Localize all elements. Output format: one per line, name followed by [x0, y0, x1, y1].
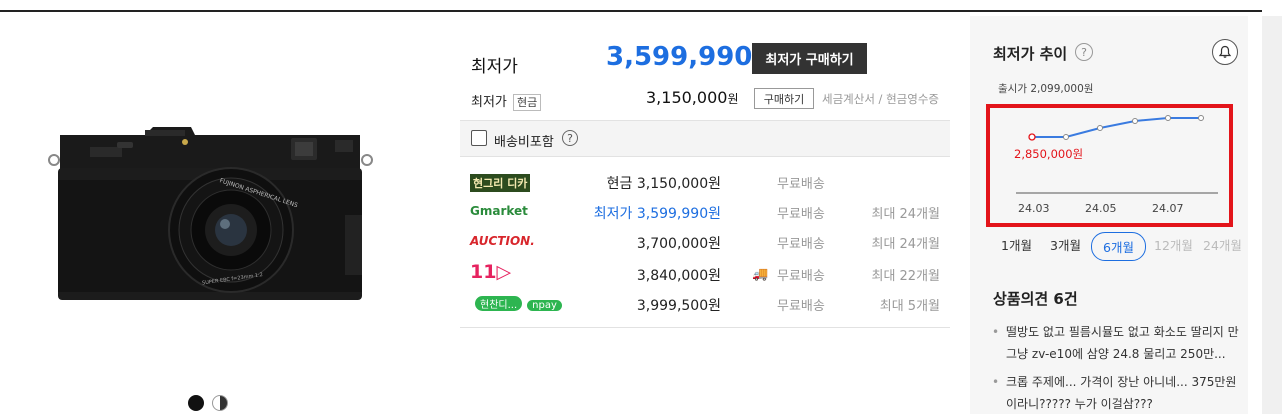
lowest-point-label: 2,850,000원	[1014, 147, 1083, 161]
trend-point	[1063, 134, 1069, 140]
lowest-price-value: 3,599,990원	[606, 42, 768, 72]
tax-note: 세금계산서 / 현금영수증	[822, 92, 939, 106]
tab-3-months[interactable]: 3개월	[1050, 235, 1081, 254]
mall-delivery: 무료배송	[777, 299, 825, 314]
mall-delivery: 무료배송	[777, 269, 825, 284]
color-dot-black[interactable]	[188, 395, 204, 411]
trend-point-lowest	[1028, 133, 1036, 141]
mall-row[interactable]: 현찬디... npay 3,999,500원 무료배송 최대 5개월	[460, 290, 950, 318]
trend-point	[1132, 118, 1138, 124]
mall-price[interactable]: 최저가 3,599,990원	[594, 203, 721, 223]
image-color-dots	[188, 395, 228, 411]
buy-button[interactable]: 구매하기	[754, 88, 814, 109]
color-dot-silver[interactable]	[212, 395, 228, 411]
tab-6-months[interactable]: 6개월	[1091, 232, 1146, 261]
x-tick: 24.03	[1018, 202, 1050, 215]
mall-list-divider	[460, 327, 950, 328]
release-price: 출시가 2,099,000원	[998, 83, 1094, 95]
help-icon[interactable]: ?	[562, 130, 578, 146]
mall-row[interactable]: AUCTION. 3,700,000원 무료배송 최대 24개월	[460, 228, 950, 256]
product-image[interactable]: FUJINON ASPHERICAL LENS SUPER EBC f=23mm…	[45, 120, 375, 310]
mall-installment: 최대 24개월	[871, 237, 940, 252]
cash-tag: 현금	[513, 94, 542, 111]
price-trend-chart-highlight: 2,850,000원 24.03 24.05 24.07	[986, 104, 1233, 227]
mall-delivery: 무료배송	[777, 207, 825, 222]
shipping-included-checkbox[interactable]	[471, 130, 487, 146]
trend-point	[1097, 125, 1103, 131]
lowest-price-label: 최저가	[471, 57, 518, 77]
mall-logo[interactable]: Gmarket	[470, 204, 528, 219]
x-tick: 24.05	[1085, 202, 1117, 215]
price-trend-panel: 최저가 추이 ? 출시가 2,099,000원 2,850,000원 24.03…	[970, 16, 1248, 414]
top-divider	[0, 10, 1262, 12]
mall-logo[interactable]: AUCTION.	[470, 234, 535, 249]
npay-badge: npay	[527, 300, 562, 311]
shipping-filter-bar: 배송비포함 ?	[460, 120, 950, 157]
mall-installment: 최대 22개월	[871, 269, 940, 284]
mall-row[interactable]: 현그리 디카 현금 3,150,000원 무료배송	[460, 168, 950, 196]
x-tick: 24.07	[1152, 202, 1184, 215]
mall-price[interactable]: 3,840,000원	[637, 265, 721, 285]
trend-line	[1032, 117, 1201, 138]
period-tabs: 1개월 3개월 6개월 12개월 24개월	[998, 232, 1248, 261]
trend-help-icon[interactable]: ?	[1075, 43, 1093, 61]
review-item[interactable]: • 크롭 주제에... 가격이 장난 아니네... 375만원 이라니????? …	[992, 371, 1242, 414]
trend-point	[1198, 115, 1204, 121]
mall-row[interactable]: Gmarket 최저가 3,599,990원 무료배송 최대 24개월	[460, 198, 950, 226]
review-item[interactable]: • 떨방도 없고 필름시뮬도 없고 화소도 딸리지 만 그냥 zv-e10에 삼양…	[992, 321, 1242, 365]
delivery-truck-icon: 🚚	[752, 267, 769, 282]
reviews-title[interactable]: 상품의견 6건	[993, 288, 1078, 309]
cash-price-value: 3,150,000원	[646, 88, 739, 107]
tab-1-month[interactable]: 1개월	[1001, 235, 1032, 254]
buy-lowest-button[interactable]: 최저가 구매하기	[752, 43, 867, 74]
tab-24-months[interactable]: 24개월	[1203, 235, 1242, 254]
mall-row[interactable]: 11▷ 3,840,000원 🚚 무료배송 최대 22개월	[460, 260, 950, 288]
mall-price[interactable]: 3,700,000원	[637, 233, 721, 253]
tab-12-months[interactable]: 12개월	[1154, 235, 1193, 254]
mall-installment: 최대 24개월	[871, 207, 940, 222]
price-trend-title: 최저가 추이	[993, 45, 1068, 63]
scrollbar[interactable]	[1262, 16, 1282, 414]
mall-delivery: 무료배송	[777, 177, 825, 192]
mall-logo[interactable]: 현찬디... npay	[470, 296, 562, 312]
price-trend-chart[interactable]: 2,850,000원 24.03 24.05 24.07	[990, 108, 1229, 223]
cash-price-label: 최저가 현금	[471, 91, 542, 111]
mall-delivery: 무료배송	[777, 237, 825, 252]
mall-installment: 최대 5개월	[879, 299, 940, 314]
bell-icon[interactable]	[1212, 39, 1238, 65]
mall-price[interactable]: 3,999,500원	[637, 295, 721, 315]
mall-price[interactable]: 현금 3,150,000원	[607, 173, 721, 193]
mall-logo[interactable]: 11▷	[470, 261, 511, 288]
shipping-included-label[interactable]: 배송비포함	[494, 131, 554, 150]
mall-logo[interactable]: 현그리 디카	[470, 174, 531, 192]
trend-point	[1165, 115, 1171, 121]
